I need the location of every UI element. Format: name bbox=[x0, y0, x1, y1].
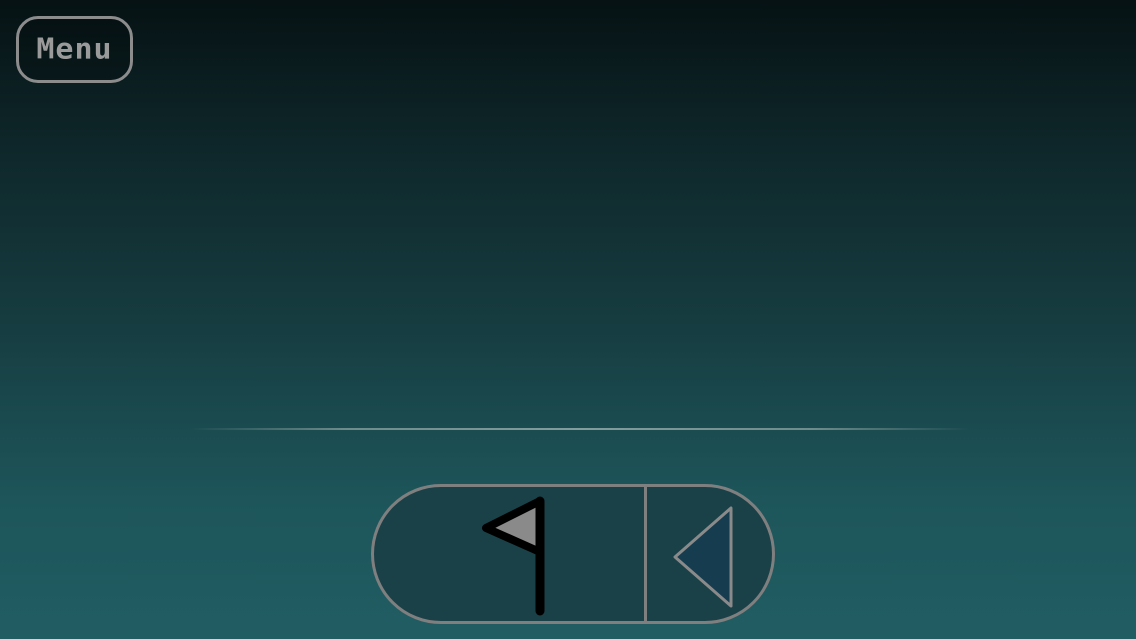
triangle-left-icon bbox=[673, 506, 733, 608]
flag-button[interactable] bbox=[374, 487, 644, 621]
flag-icon bbox=[482, 496, 545, 616]
menu-label: Menu bbox=[36, 32, 113, 67]
control-bar bbox=[371, 484, 775, 624]
back-button[interactable] bbox=[647, 487, 772, 621]
horizon-line bbox=[190, 428, 970, 430]
menu-button[interactable]: Menu bbox=[16, 16, 133, 83]
